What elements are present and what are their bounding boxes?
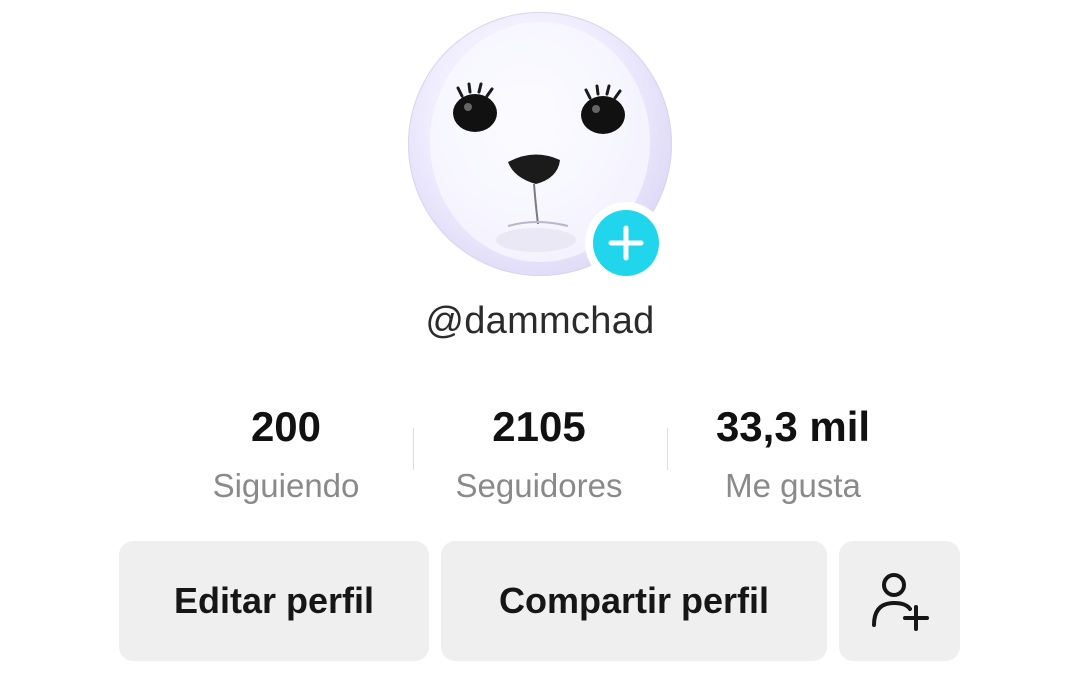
edit-profile-button[interactable]: Editar perfil: [119, 541, 429, 661]
stat-likes[interactable]: 33,3 mil Me gusta: [688, 398, 898, 516]
likes-label: Me gusta: [725, 467, 861, 504]
profile-stats: 200 Siguiendo 2105 Seguidores 33,3 mil M…: [0, 398, 1080, 518]
stat-following[interactable]: 200 Siguiendo: [186, 398, 386, 516]
profile-header: @dammchad 200 Siguiendo 2105 Seguidores …: [0, 0, 1080, 685]
add-badge: [593, 210, 659, 276]
username: @dammchad: [425, 300, 655, 342]
share-profile-button[interactable]: Compartir perfil: [441, 541, 827, 661]
stat-divider: [667, 428, 668, 470]
add-user-icon: [871, 573, 929, 631]
stat-divider: [413, 428, 414, 470]
following-label: Siguiendo: [212, 467, 360, 504]
add-friend-button[interactable]: [839, 541, 960, 661]
followers-count: 2105: [492, 403, 586, 450]
stat-followers[interactable]: 2105 Seguidores: [429, 398, 649, 516]
add-story-button[interactable]: [585, 202, 667, 284]
likes-count: 33,3 mil: [715, 403, 871, 450]
following-count: 200: [250, 403, 322, 450]
followers-label: Seguidores: [455, 467, 623, 504]
plus-icon: [608, 225, 644, 261]
